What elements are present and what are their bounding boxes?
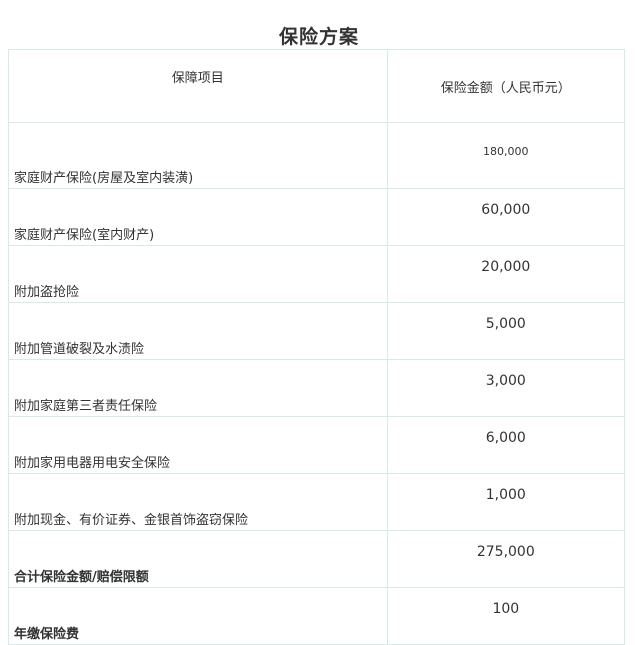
insurance-plan-table: 保障项目 保险金额（人民币元） 家庭财产保险(房屋及室内装潢) 180,000 … <box>8 49 626 645</box>
row-item-total: 合计保险金额/赔偿限额 <box>8 530 388 588</box>
row-amount: 5,000 <box>386 302 626 360</box>
row-item-premium: 年缴保险费 <box>8 587 388 645</box>
row-item: 家庭财产保险(房屋及室内装潢) <box>8 122 388 189</box>
page-title: 保险方案 <box>278 26 359 48</box>
row-amount-premium: 100 <box>386 587 626 645</box>
row-item: 附加现金、有价证券、金银首饰盗窃保险 <box>8 473 388 531</box>
row-amount: 6,000 <box>386 416 626 474</box>
row-item: 附加家用电器用电安全保险 <box>8 416 388 474</box>
row-item: 附加盗抢险 <box>8 245 388 303</box>
row-item: 家庭财产保险(室内财产) <box>8 188 388 246</box>
table-row: 附加现金、有价证券、金银首饰盗窃保险 1,000 <box>8 473 626 531</box>
row-amount-total: 275,000 <box>386 530 626 588</box>
table-row: 附加家庭第三者责任保险 3,000 <box>8 359 626 417</box>
table-row: 家庭财产保险(室内财产) 60,000 <box>8 188 626 246</box>
row-amount: 3,000 <box>386 359 626 417</box>
table-row: 家庭财产保险(房屋及室内装潢) 180,000 <box>8 122 626 189</box>
row-amount: 20,000 <box>386 245 626 303</box>
table-row: 附加管道破裂及水渍险 5,000 <box>8 302 626 360</box>
table-header-row: 保障项目 保险金额（人民币元） <box>8 49 626 123</box>
row-amount: 1,000 <box>386 473 626 531</box>
row-amount: 60,000 <box>386 188 626 246</box>
table-row-total: 合计保险金额/赔偿限额 275,000 <box>8 530 626 588</box>
header-item: 保障项目 <box>8 49 388 123</box>
header-amount: 保险金额（人民币元） <box>386 49 626 123</box>
row-item: 附加家庭第三者责任保险 <box>8 359 388 417</box>
table-row-premium: 年缴保险费 100 <box>8 587 626 645</box>
row-amount: 180,000 <box>386 122 626 189</box>
table-row: 附加盗抢险 20,000 <box>8 245 626 303</box>
row-item: 附加管道破裂及水渍险 <box>8 302 388 360</box>
table-row: 附加家用电器用电安全保险 6,000 <box>8 416 626 474</box>
